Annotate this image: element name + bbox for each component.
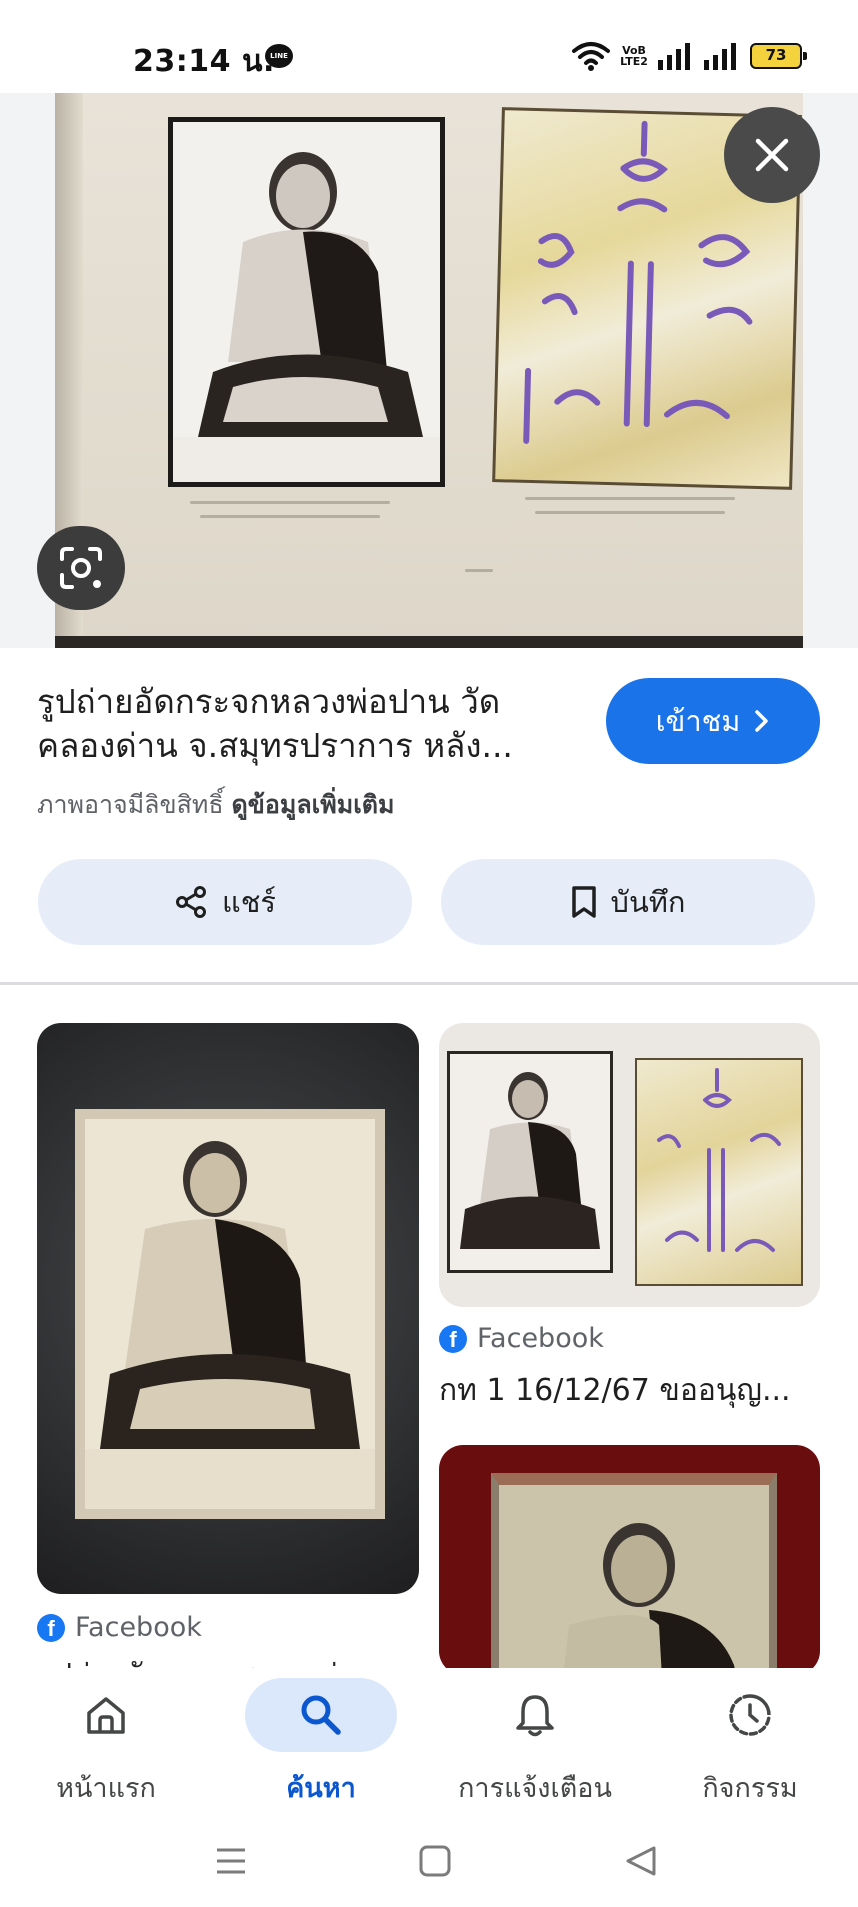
nav-search[interactable]: ค้นหา bbox=[221, 1678, 421, 1809]
bottom-navigation: หน้าแรก ค้นหา การแจ้งเตือน กิจกรรม bbox=[0, 1668, 858, 1830]
nav-search-icon-wrap bbox=[245, 1678, 397, 1752]
talisman-photo-small bbox=[635, 1058, 803, 1286]
chevron-right-icon bbox=[755, 710, 769, 732]
nav-notifications[interactable]: การแจ้งเตือน bbox=[435, 1678, 635, 1809]
monk-photo bbox=[168, 117, 445, 487]
search-icon bbox=[301, 1695, 341, 1735]
related-image-3[interactable] bbox=[439, 1445, 820, 1675]
home-icon bbox=[87, 1697, 125, 1734]
related-image-2[interactable] bbox=[439, 1023, 820, 1307]
source-label: Facebook bbox=[477, 1323, 604, 1354]
facebook-icon: f bbox=[37, 1613, 65, 1642]
lens-icon bbox=[60, 547, 102, 589]
bell-icon bbox=[516, 1695, 554, 1737]
glass-frame bbox=[75, 1109, 385, 1519]
nav-activity-icon-wrap bbox=[674, 1678, 826, 1752]
page-number-mark bbox=[465, 569, 493, 572]
back-button[interactable] bbox=[624, 1844, 658, 1882]
related-title-2[interactable]: กท 1 16/12/67 ขออนุญ... bbox=[439, 1367, 820, 1414]
home-button[interactable] bbox=[418, 1844, 452, 1882]
status-bar: 23:14 น. LINE VoB LTE2 73 bbox=[0, 0, 858, 92]
battery-icon: 73 bbox=[750, 43, 807, 69]
close-button[interactable] bbox=[724, 107, 820, 203]
close-icon bbox=[755, 138, 789, 172]
related-source-1[interactable]: f Facebook bbox=[37, 1612, 202, 1643]
related-source-2[interactable]: f Facebook bbox=[439, 1323, 604, 1354]
visit-label: เข้าชม bbox=[655, 704, 741, 738]
save-button[interactable]: บันทึก bbox=[441, 859, 815, 945]
caption-line bbox=[190, 501, 390, 504]
activity-icon bbox=[729, 1694, 771, 1736]
caption-line bbox=[525, 497, 735, 500]
system-navigation bbox=[0, 1830, 858, 1907]
recent-apps-button[interactable] bbox=[214, 1844, 248, 1882]
book-edge bbox=[55, 636, 803, 648]
source-label: Facebook bbox=[75, 1612, 202, 1643]
nav-activity[interactable]: กิจกรรม bbox=[650, 1678, 850, 1809]
result-title[interactable]: รูปถ่ายอัดกระจกหลวงพ่อปาน วัดคลองด่าน จ.… bbox=[37, 680, 577, 768]
related-title-1-text: รูปถ่ายอัดกระจกหลวงพ่อ bbox=[37, 1658, 356, 1668]
visit-button[interactable]: เข้าชม bbox=[606, 678, 820, 764]
google-image-viewer: 23:14 น. LINE VoB LTE2 73 รูปถ่ายอัดกระจ… bbox=[0, 0, 858, 1907]
back-triangle-icon bbox=[626, 1846, 656, 1876]
square-icon bbox=[419, 1845, 451, 1877]
bookmark-icon bbox=[571, 886, 596, 918]
lens-search-button[interactable] bbox=[37, 526, 125, 610]
nav-search-label: ค้นหา bbox=[286, 1773, 356, 1804]
status-time: 23:14 น. bbox=[133, 44, 275, 79]
share-button[interactable]: แชร์ bbox=[38, 859, 412, 945]
save-label: บันทึก bbox=[610, 885, 686, 919]
nav-notif-icon-wrap bbox=[459, 1678, 611, 1752]
share-icon bbox=[176, 886, 207, 918]
nav-activity-label: กิจกรรม bbox=[702, 1773, 798, 1804]
copyright-notice: ภาพอาจมีลิขสิทธิ์ ดูข้อมูลเพิ่มเติม bbox=[37, 785, 394, 825]
caption-line bbox=[200, 515, 380, 518]
signal-icon bbox=[658, 42, 694, 70]
nav-home[interactable]: หน้าแรก bbox=[6, 1678, 206, 1809]
share-label: แชร์ bbox=[222, 885, 276, 919]
divider bbox=[0, 982, 858, 985]
glass-frame-red bbox=[491, 1473, 777, 1675]
volte-icon: VoB LTE2 bbox=[620, 44, 648, 68]
related-title-1[interactable]: รูปถ่ายอัดกระจกหลวงพ่อ bbox=[37, 1652, 419, 1668]
menu-icon bbox=[217, 1848, 245, 1874]
signal-icon-2 bbox=[704, 42, 740, 70]
facebook-icon: f bbox=[439, 1324, 467, 1353]
more-info-link[interactable]: ดูข้อมูลเพิ่มเติม bbox=[232, 790, 395, 819]
status-icons: VoB LTE2 73 bbox=[572, 40, 807, 72]
line-app-icon: LINE bbox=[265, 44, 293, 68]
nav-notifications-label: การแจ้งเตือน bbox=[458, 1773, 612, 1804]
copyright-text: ภาพอาจมีลิขสิทธิ์ bbox=[37, 790, 224, 819]
nav-home-icon-wrap bbox=[30, 1678, 182, 1752]
related-image-1[interactable] bbox=[37, 1023, 419, 1594]
nav-home-label: หน้าแรก bbox=[56, 1773, 156, 1804]
monk-photo-small bbox=[447, 1051, 613, 1273]
wifi-icon bbox=[572, 41, 610, 71]
hero-image[interactable] bbox=[55, 93, 803, 648]
caption-line bbox=[535, 511, 725, 514]
